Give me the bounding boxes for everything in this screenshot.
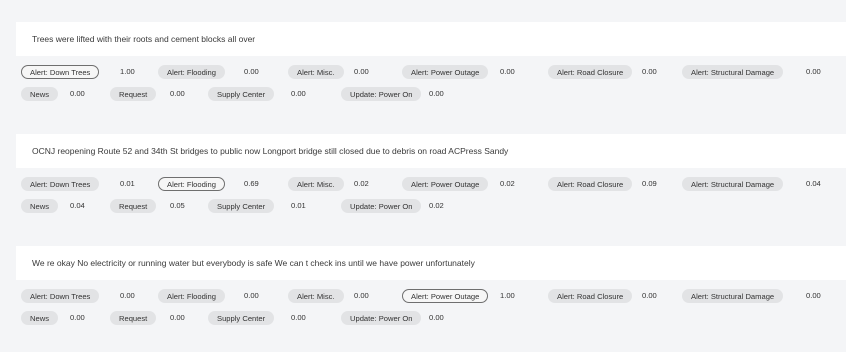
label-chip[interactable]: Alert: Power Outage: [402, 289, 489, 303]
result-card: Trees were lifted with their roots and c…: [16, 22, 846, 113]
label-score: 0.00: [429, 89, 444, 98]
label-score: 0.00: [642, 291, 657, 300]
label-chip[interactable]: Request: [110, 311, 157, 325]
label-score: 0.01: [120, 179, 135, 188]
label-score: 0.00: [70, 313, 85, 322]
sentence-text: We re okay No electricity or running wat…: [16, 246, 846, 280]
label-score: 0.05: [170, 201, 185, 210]
label-chip[interactable]: Update: Power On: [341, 199, 422, 213]
label-chip[interactable]: Alert: Misc.: [288, 177, 344, 191]
result-card: OCNJ reopening Route 52 and 34th St brid…: [16, 134, 846, 225]
label-chip[interactable]: Alert: Power Outage: [402, 65, 489, 79]
label-chip[interactable]: Supply Center: [208, 87, 275, 101]
label-chip[interactable]: Alert: Down Trees: [21, 177, 100, 191]
sentence-text: Trees were lifted with their roots and c…: [16, 22, 846, 56]
classification-results: Trees were lifted with their roots and c…: [0, 0, 846, 352]
label-score: 0.00: [70, 89, 85, 98]
label-score: 0.09: [642, 179, 657, 188]
label-score: 0.00: [806, 291, 821, 300]
sentence-text: OCNJ reopening Route 52 and 34th St brid…: [16, 134, 846, 168]
result-card: We re okay No electricity or running wat…: [16, 246, 846, 337]
label-score: 0.00: [354, 291, 369, 300]
label-chip[interactable]: Alert: Down Trees: [21, 289, 100, 303]
label-score: 0.02: [429, 201, 444, 210]
label-chip[interactable]: Alert: Flooding: [158, 289, 225, 303]
label-score: 0.00: [429, 313, 444, 322]
label-score: 0.00: [120, 291, 135, 300]
label-chip[interactable]: Alert: Structural Damage: [682, 65, 784, 79]
label-chip[interactable]: Alert: Flooding: [158, 177, 225, 191]
label-chip[interactable]: Alert: Power Outage: [402, 177, 489, 191]
label-score: 1.00: [500, 291, 515, 300]
label-chip[interactable]: Supply Center: [208, 199, 275, 213]
label-score: 0.04: [806, 179, 821, 188]
label-score: 0.00: [806, 67, 821, 76]
label-score: 0.00: [500, 67, 515, 76]
label-score: 0.69: [244, 179, 259, 188]
label-scores: Alert: Down Trees 1.00 Alert: Flooding 0.00…: [16, 65, 846, 113]
label-score: 0.00: [291, 89, 306, 98]
label-score: 0.04: [70, 201, 85, 210]
label-scores: Alert: Down Trees 0.01 Alert: Flooding 0.69…: [16, 177, 846, 225]
label-score: 0.00: [642, 67, 657, 76]
label-score: 0.00: [354, 67, 369, 76]
label-score: 1.00: [120, 67, 135, 76]
label-score: 0.01: [291, 201, 306, 210]
label-score: 0.02: [354, 179, 369, 188]
label-chip[interactable]: Alert: Structural Damage: [682, 177, 784, 191]
label-chip[interactable]: Supply Center: [208, 311, 275, 325]
label-chip[interactable]: Alert: Down Trees: [21, 65, 100, 79]
label-chip[interactable]: Update: Power On: [341, 311, 422, 325]
label-score: 0.02: [500, 179, 515, 188]
label-chip[interactable]: Alert: Misc.: [288, 65, 344, 79]
label-chip[interactable]: News: [21, 199, 58, 213]
label-score: 0.00: [244, 67, 259, 76]
label-chip[interactable]: Alert: Road Closure: [548, 177, 633, 191]
label-chip[interactable]: Request: [110, 199, 157, 213]
label-chip[interactable]: News: [21, 311, 58, 325]
label-score: 0.00: [170, 313, 185, 322]
label-score: 0.00: [291, 313, 306, 322]
label-scores: Alert: Down Trees 0.00 Alert: Flooding 0.00…: [16, 289, 846, 337]
label-chip[interactable]: Alert: Flooding: [158, 65, 225, 79]
label-chip[interactable]: Update: Power On: [341, 87, 422, 101]
label-chip[interactable]: Alert: Misc.: [288, 289, 344, 303]
label-chip[interactable]: Alert: Structural Damage: [682, 289, 784, 303]
label-score: 0.00: [244, 291, 259, 300]
label-chip[interactable]: Request: [110, 87, 157, 101]
label-chip[interactable]: Alert: Road Closure: [548, 289, 633, 303]
label-score: 0.00: [170, 89, 185, 98]
label-chip[interactable]: Alert: Road Closure: [548, 65, 633, 79]
label-chip[interactable]: News: [21, 87, 58, 101]
